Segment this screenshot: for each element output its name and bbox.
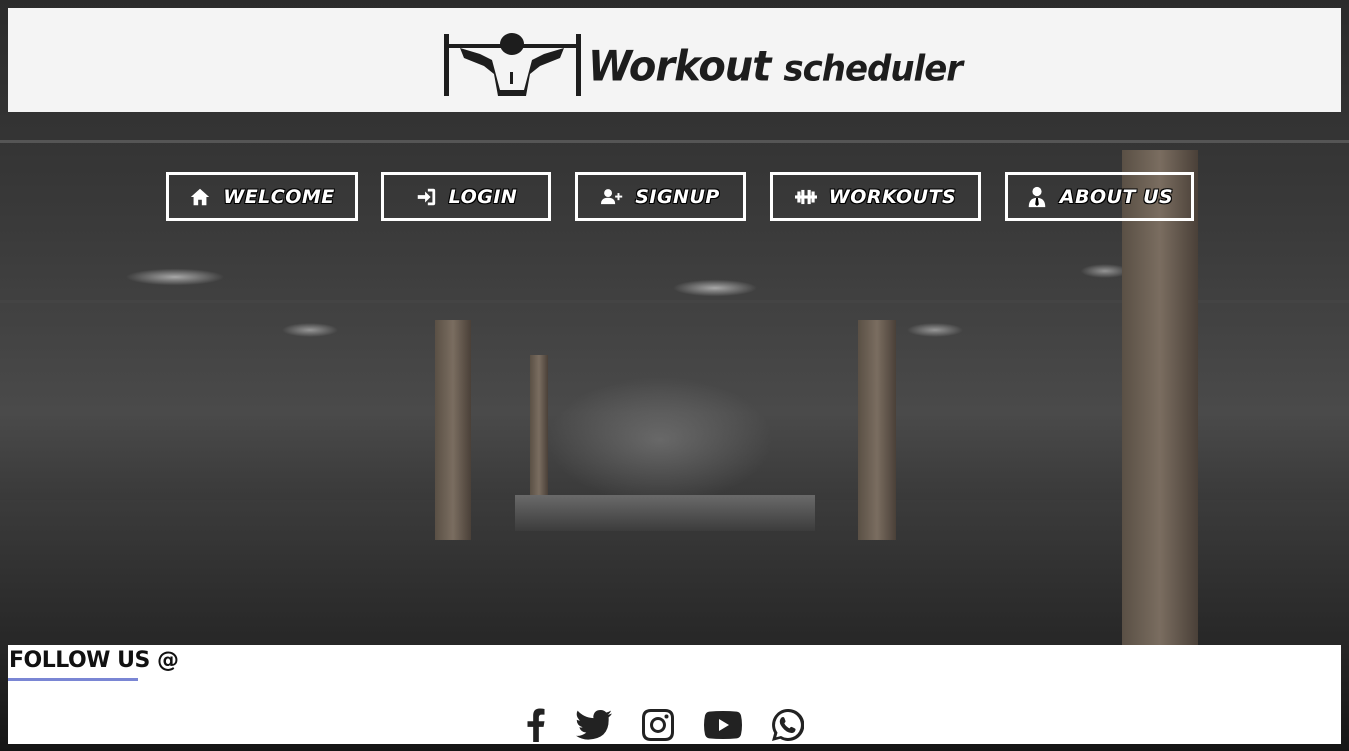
user-plus-icon	[601, 188, 623, 204]
nav-about-label: ABOUT US	[1059, 185, 1174, 208]
nav-welcome-label: WELCOME	[223, 185, 335, 208]
site-footer: FOLLOW US @	[8, 645, 1341, 744]
nav-signup-label: SIGNUP	[635, 185, 720, 208]
nav-login-label: LOGIN	[448, 185, 518, 208]
sign-in-icon	[417, 188, 435, 205]
pullup-athlete-icon	[444, 33, 581, 96]
pillar	[1122, 150, 1198, 645]
pillar	[435, 320, 471, 540]
twitter-icon[interactable]	[576, 708, 612, 742]
nav-signup-button[interactable]: SIGNUP	[575, 172, 746, 221]
dumbbell-icon	[794, 189, 817, 204]
youtube-icon[interactable]	[704, 708, 742, 742]
whatsapp-icon[interactable]	[772, 708, 804, 742]
user-tie-icon	[1028, 186, 1046, 207]
nav-about-button[interactable]: ABOUT US	[1005, 172, 1194, 221]
follow-us-heading: FOLLOW US @	[9, 648, 179, 673]
pillar	[530, 355, 548, 495]
boxing-ring	[515, 495, 815, 531]
nav-login-button[interactable]: LOGIN	[381, 172, 551, 221]
ceiling-pipe	[0, 140, 1349, 143]
pillar	[858, 320, 896, 540]
instagram-icon[interactable]	[642, 708, 674, 742]
nav-workouts-label: WORKOUTS	[828, 185, 957, 208]
heading-underline	[8, 678, 138, 681]
site-header: Workout scheduler	[8, 8, 1341, 112]
site-logo[interactable]: Workout scheduler	[440, 30, 963, 102]
nav-workouts-button[interactable]: WORKOUTS	[770, 172, 981, 221]
nav-welcome-button[interactable]: WELCOME	[166, 172, 358, 221]
logo-wordmark: Workout scheduler	[588, 42, 963, 92]
home-icon	[191, 188, 210, 205]
social-links	[526, 707, 804, 743]
facebook-icon[interactable]	[526, 708, 546, 742]
